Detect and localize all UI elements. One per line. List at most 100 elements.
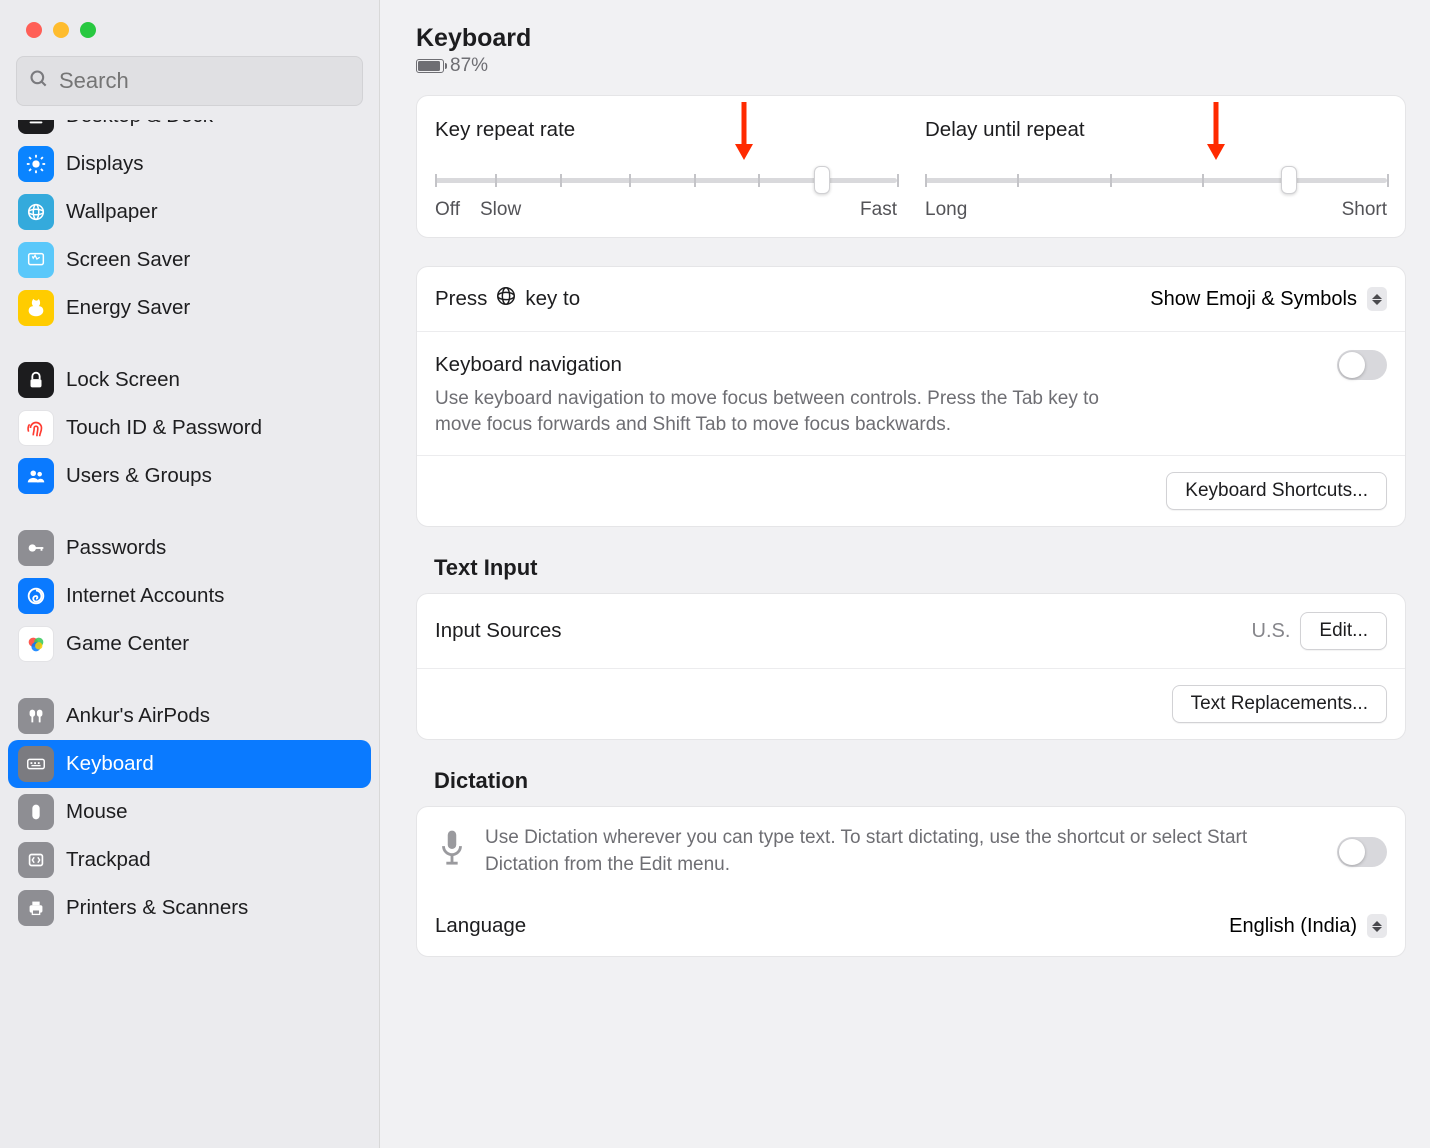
globe-label-pre: Press <box>435 287 487 311</box>
search-icon <box>29 69 49 94</box>
keyboard-navigation-desc: Use keyboard navigation to move focus be… <box>435 386 1135 437</box>
keyboard-shortcuts-button[interactable]: Keyboard Shortcuts... <box>1166 472 1387 510</box>
sidebar-item-displays[interactable]: Displays <box>8 140 371 188</box>
keyboard-navigation-toggle[interactable] <box>1337 350 1387 380</box>
keyboard-navigation-label: Keyboard navigation <box>435 353 622 377</box>
touchid-icon <box>18 410 54 446</box>
slider-thumb[interactable] <box>814 166 830 194</box>
internet-icon <box>18 578 54 614</box>
slider-thumb[interactable] <box>1281 166 1297 194</box>
energy-icon <box>18 290 54 326</box>
displays-icon <box>18 146 54 182</box>
slider-max-label: Fast <box>860 199 897 221</box>
sidebar-item-label: Touch ID & Password <box>66 416 262 440</box>
slider-label: Key repeat rate <box>435 118 897 142</box>
passwords-icon <box>18 530 54 566</box>
dictation-heading: Dictation <box>416 768 1406 794</box>
sidebar-item-desktop-dock[interactable]: Desktop & Dock <box>8 120 371 140</box>
stepper-icon <box>1367 914 1387 938</box>
globe-key-value: Show Emoji & Symbols <box>1150 288 1357 311</box>
input-sources-edit-button[interactable]: Edit... <box>1300 612 1387 650</box>
sidebar-item-label: Passwords <box>66 536 166 560</box>
sidebar-item-usersgroups[interactable]: Users & Groups <box>8 452 371 500</box>
slider-min-off: Off <box>435 199 460 221</box>
battery-status: 87% <box>416 55 1406 77</box>
key-repeat-rate-slider[interactable] <box>435 178 897 183</box>
slider-max-label: Short <box>1342 199 1387 221</box>
sidebar-item-label: Printers & Scanners <box>66 896 248 920</box>
page-title: Keyboard <box>416 24 1406 53</box>
sidebar-item-internet[interactable]: Internet Accounts <box>8 572 371 620</box>
slider-min-label: Long <box>925 199 967 221</box>
sidebar-item-airpods[interactable]: Ankur's AirPods <box>8 692 371 740</box>
mouse-icon <box>18 794 54 830</box>
sidebar-item-label: Desktop & Dock <box>66 120 213 128</box>
dictation-language-label: Language <box>435 914 526 938</box>
sidebar-item-printers[interactable]: Printers & Scanners <box>8 884 371 932</box>
text-input-heading: Text Input <box>416 555 1406 581</box>
sidebar-item-label: Keyboard <box>66 752 154 776</box>
annotation-arrow-icon <box>735 102 753 160</box>
sidebar-item-label: Trackpad <box>66 848 151 872</box>
sidebar-item-label: Users & Groups <box>66 464 212 488</box>
dictation-panel: Use Dictation wherever you can type text… <box>416 806 1406 957</box>
gamecenter-icon <box>18 626 54 662</box>
sidebar-item-label: Internet Accounts <box>66 584 224 608</box>
keyboard-navigation-row: Keyboard navigation Use keyboard navigat… <box>417 331 1405 455</box>
sidebar-item-label: Energy Saver <box>66 296 190 320</box>
sidebar-item-passwords[interactable]: Passwords <box>8 524 371 572</box>
printers-icon <box>18 890 54 926</box>
keyboard-options-panel: Press key to Show Emoji & Symbols Keyboa… <box>416 266 1406 527</box>
annotation-arrow-icon <box>1207 102 1225 160</box>
trackpad-icon <box>18 842 54 878</box>
dictation-toggle[interactable] <box>1337 837 1387 867</box>
text-replacements-button[interactable]: Text Replacements... <box>1172 685 1387 723</box>
slider-min-slow: Slow <box>480 199 521 221</box>
input-sources-label: Input Sources <box>435 619 562 643</box>
delay-until-repeat-slider-group: Delay until repeat Long Short <box>925 118 1387 221</box>
globe-label-post: key to <box>525 287 580 311</box>
usersgroups-icon <box>18 458 54 494</box>
sidebar-item-wallpaper[interactable]: Wallpaper <box>8 188 371 236</box>
globe-key-select[interactable]: Show Emoji & Symbols <box>1150 287 1387 311</box>
globe-key-row: Press key to Show Emoji & Symbols <box>417 267 1405 331</box>
sidebar-item-screensaver[interactable]: Screen Saver <box>8 236 371 284</box>
desktop-dock-icon <box>18 120 54 134</box>
search-input[interactable] <box>59 68 350 94</box>
airpods-icon <box>18 698 54 734</box>
dictation-description: Use Dictation wherever you can type text… <box>485 825 1321 878</box>
sidebar-item-label: Wallpaper <box>66 200 158 224</box>
battery-percent: 87% <box>450 55 488 77</box>
sidebar-item-trackpad[interactable]: Trackpad <box>8 836 371 884</box>
dictation-language-value: English (India) <box>1229 915 1357 938</box>
sidebar-item-mouse[interactable]: Mouse <box>8 788 371 836</box>
sidebar-item-label: Mouse <box>66 800 128 824</box>
sidebar-item-label: Lock Screen <box>66 368 180 392</box>
dictation-language-row: Language English (India) <box>417 896 1405 956</box>
sidebar: Desktop & Dock Displays Wallpaper Screen… <box>0 0 380 1148</box>
globe-icon <box>495 285 517 313</box>
maximize-window-button[interactable] <box>80 22 96 38</box>
microphone-icon <box>435 827 469 876</box>
text-input-panel: Input Sources U.S. Edit... Text Replacem… <box>416 593 1406 740</box>
sidebar-item-lockscreen[interactable]: Lock Screen <box>8 356 371 404</box>
dictation-info-row: Use Dictation wherever you can type text… <box>417 807 1405 896</box>
sidebar-item-gamecenter[interactable]: Game Center <box>8 620 371 668</box>
dictation-language-select[interactable]: English (India) <box>1229 914 1387 938</box>
key-repeat-rate-slider-group: Key repeat rate Off Slow <box>435 118 897 221</box>
delay-until-repeat-slider[interactable] <box>925 178 1387 183</box>
close-window-button[interactable] <box>26 22 42 38</box>
sidebar-item-energy[interactable]: Energy Saver <box>8 284 371 332</box>
search-container <box>0 56 379 120</box>
input-sources-value: U.S. <box>1252 620 1291 643</box>
lockscreen-icon <box>18 362 54 398</box>
minimize-window-button[interactable] <box>53 22 69 38</box>
sidebar-item-label: Screen Saver <box>66 248 190 272</box>
sidebar-item-touchid[interactable]: Touch ID & Password <box>8 404 371 452</box>
search-field[interactable] <box>16 56 363 106</box>
input-sources-row: Input Sources U.S. Edit... <box>417 594 1405 668</box>
stepper-icon <box>1367 287 1387 311</box>
slider-label: Delay until repeat <box>925 118 1387 142</box>
wallpaper-icon <box>18 194 54 230</box>
sidebar-item-keyboard[interactable]: Keyboard <box>8 740 371 788</box>
